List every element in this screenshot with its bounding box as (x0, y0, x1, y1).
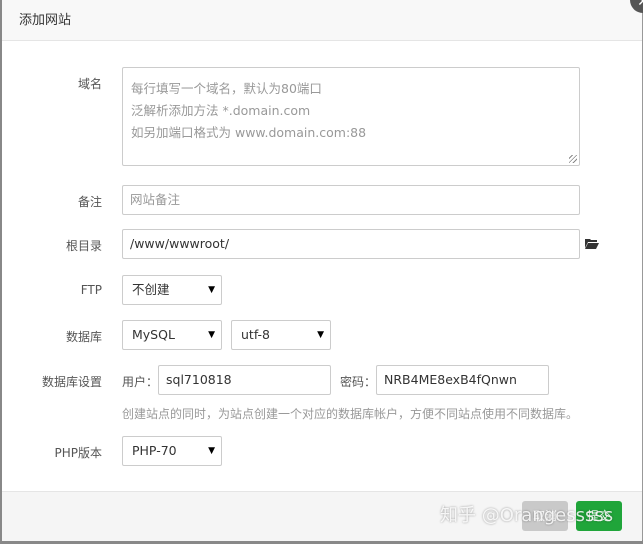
db-hint: 创建站点的同时，为站点创建一个对应的数据库帐户，方便不同站点使用不同数据库。 (122, 407, 579, 421)
placeholder-line: 泛解析添加方法 *.domain.com (131, 103, 311, 118)
chevron-down-icon: ▼ (317, 330, 324, 340)
database-type-value: MySQL (132, 327, 175, 342)
php-label: PHP版本 (54, 446, 103, 460)
placeholder-line: 每行填写一个域名，默认为80端口 (131, 81, 322, 96)
remark-label: 备注 (77, 195, 102, 209)
folder-open-icon[interactable] (585, 238, 599, 249)
root-label: 根目录 (65, 239, 102, 253)
database-label: 数据库 (65, 330, 102, 344)
db-user-label: 用户： (122, 375, 159, 389)
domain-textarea[interactable]: 每行填写一个域名，默认为80端口 泛解析添加方法 *.domain.com 如另… (122, 67, 580, 166)
watermark: 知乎 @Orangesssss (440, 505, 614, 526)
chevron-down-icon: ▼ (208, 330, 215, 340)
domain-label: 域名 (77, 77, 102, 91)
database-type-select[interactable]: MySQL ▼ (122, 320, 222, 350)
root-input[interactable]: /www/wwwroot/ (122, 229, 580, 259)
resize-grip-icon[interactable] (569, 155, 577, 163)
ftp-label: FTP (80, 283, 102, 297)
dialog-title: 添加网站 (19, 13, 72, 28)
add-site-dialog: 添加网站 ✕ 域名 每行填写一个域名，默认为80端口 泛解析添加方法 *.dom… (2, 0, 643, 541)
db-user-input[interactable]: sql710818 (158, 365, 331, 395)
dialog-header: 添加网站 (2, 0, 642, 41)
php-value: PHP-70 (132, 443, 177, 458)
remark-input[interactable]: 网站备注 (122, 185, 580, 215)
db-settings-label: 数据库设置 (41, 375, 102, 389)
ftp-select[interactable]: 不创建 ▼ (122, 275, 222, 305)
db-pass-input[interactable]: NRB4ME8exB4fQnwn (376, 365, 549, 395)
ftp-value: 不创建 (132, 282, 170, 297)
chevron-down-icon: ▼ (208, 285, 215, 295)
charset-select[interactable]: utf-8 ▼ (231, 320, 331, 350)
db-pass-label: 密码： (340, 375, 377, 389)
php-select[interactable]: PHP-70 ▼ (122, 436, 222, 466)
placeholder-line: 如另加端口格式为 www.domain.com:88 (131, 125, 367, 140)
charset-value: utf-8 (241, 327, 271, 342)
chevron-down-icon: ▼ (208, 446, 215, 456)
